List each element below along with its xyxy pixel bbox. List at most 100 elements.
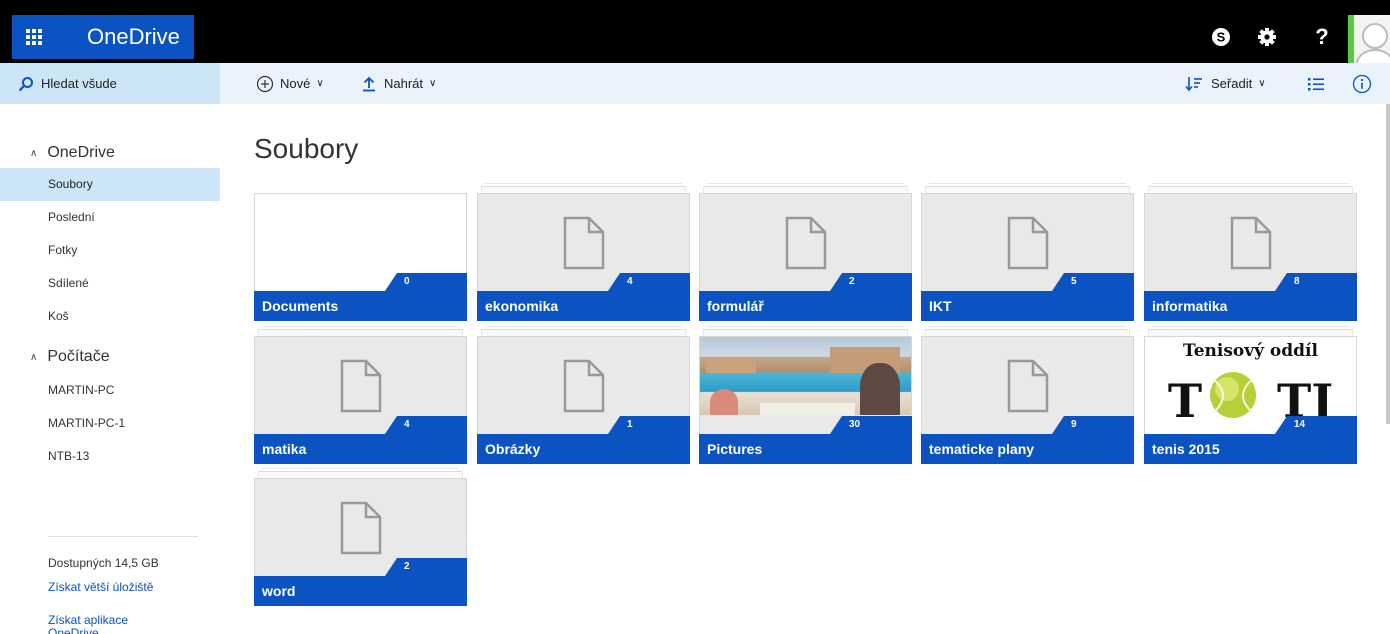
item-count: 2 [849, 276, 855, 287]
count-tab [385, 273, 467, 291]
tennis-ball-logo: T TJ [1168, 372, 1333, 421]
folder-tile[interactable]: 2 formulář [699, 183, 912, 321]
count-tab [385, 416, 467, 434]
document-icon [1230, 216, 1272, 270]
folder-name: formulář [699, 291, 912, 321]
info-icon [1352, 74, 1372, 93]
get-more-storage-link[interactable]: Získat větší úložiště [48, 580, 153, 594]
count-tab [1275, 416, 1357, 434]
nav-item-shared[interactable]: Sdílené [0, 267, 220, 300]
nav-item-pc[interactable]: MARTIN-PC-1 [0, 407, 220, 440]
avatar[interactable] [1348, 15, 1390, 63]
folder-name: word [254, 576, 467, 606]
folder-name: matika [254, 434, 467, 464]
folder-tile[interactable]: Tenisový oddíl T TJ 14 tenis 2015 [1144, 326, 1357, 464]
skype-icon: S [1212, 28, 1230, 46]
document-icon [1007, 359, 1049, 413]
scrollbar[interactable] [1386, 104, 1390, 424]
gear-icon [1258, 28, 1276, 46]
document-icon [1007, 216, 1049, 270]
nav-item-recycle-bin[interactable]: Koš [0, 300, 220, 333]
folder-tile[interactable]: 1 Obrázky [477, 326, 690, 464]
app-launcher-button[interactable] [12, 15, 56, 59]
get-apps-link[interactable]: Získat aplikace [48, 613, 128, 627]
upload-icon [363, 76, 375, 91]
new-button[interactable]: Nové ∨ [256, 63, 324, 104]
item-count: 9 [1071, 419, 1077, 430]
document-icon [340, 501, 382, 555]
search-icon [18, 76, 33, 91]
folder-name: tenis 2015 [1144, 434, 1357, 464]
folder-tile[interactable]: 5 IKT [921, 183, 1134, 321]
nav-item-recent[interactable]: Poslední [0, 201, 220, 234]
view-toggle-button[interactable] [1307, 63, 1325, 104]
count-tab [1052, 273, 1134, 291]
item-count: 2 [404, 561, 410, 572]
nav-header-pcs[interactable]: ∧ Počítače [30, 348, 110, 366]
nav-item-pc[interactable]: NTB-13 [0, 440, 220, 473]
item-count: 4 [627, 276, 633, 287]
thumbnail-text: Tenisový oddíl [1183, 341, 1318, 361]
item-count: 1 [627, 419, 633, 430]
nav-header-label: OneDrive [47, 144, 115, 161]
count-tab [608, 416, 690, 434]
folder-tile[interactable]: 0 Documents [254, 193, 467, 321]
count-tab [1275, 273, 1357, 291]
sort-label: Seřadit [1211, 76, 1253, 91]
get-apps-link-line2[interactable]: OneDrive [48, 626, 99, 634]
chevron-up-icon: ∧ [30, 351, 38, 363]
count-tab [830, 416, 912, 434]
folder-name: tematicke plany [921, 434, 1134, 464]
folder-tile[interactable]: 30 Pictures [699, 326, 912, 464]
settings-button[interactable] [1245, 15, 1289, 59]
nav-item-files[interactable]: Soubory [0, 168, 220, 201]
storage-available: Dostupných 14,5 GB [48, 556, 159, 570]
search-label: Hledat všude [41, 76, 117, 91]
folder-name: informatika [1144, 291, 1357, 321]
user-avatar-icon [1354, 15, 1390, 63]
nav-item-photos[interactable]: Fotky [0, 234, 220, 267]
page-title: Soubory [254, 133, 359, 164]
folder-name: Obrázky [477, 434, 690, 464]
folder-name: IKT [921, 291, 1134, 321]
app-brand-link[interactable]: OneDrive [56, 15, 194, 59]
count-tab [1052, 416, 1134, 434]
chevron-up-icon: ∧ [30, 147, 38, 159]
folder-tile[interactable]: 8 informatika [1144, 183, 1357, 321]
left-navigation: ∧ OneDrive Soubory Poslední Fotky Sdílen… [0, 104, 220, 634]
list-view-icon [1308, 77, 1324, 90]
document-icon [785, 216, 827, 270]
item-count: 0 [404, 276, 410, 287]
document-icon [563, 359, 605, 413]
folder-tile[interactable]: 4 matika [254, 326, 467, 464]
waffle-icon [26, 29, 42, 45]
folder-name: Pictures [699, 434, 912, 464]
search-button[interactable]: Hledat všude [0, 63, 220, 104]
document-icon [340, 359, 382, 413]
folder-tile[interactable]: 9 tematicke plany [921, 326, 1134, 464]
nav-divider [48, 536, 198, 537]
folder-tile[interactable]: 4 ekonomika [477, 183, 690, 321]
count-tab [608, 273, 690, 291]
item-count: 4 [404, 419, 410, 430]
upload-label: Nahrát [384, 76, 424, 91]
document-icon [563, 216, 605, 270]
suite-bar [0, 0, 1390, 63]
nav-item-pc[interactable]: MARTIN-PC [0, 374, 220, 407]
info-pane-button[interactable] [1352, 63, 1372, 104]
upload-button[interactable]: Nahrát ∨ [362, 63, 436, 104]
skype-button[interactable]: S [1199, 15, 1243, 59]
sort-icon [1185, 76, 1202, 91]
photo-thumbnail [700, 337, 911, 415]
svg-text:S: S [1217, 30, 1226, 45]
item-count: 5 [1071, 276, 1077, 287]
item-count: 8 [1294, 276, 1300, 287]
chevron-down-icon: ∨ [429, 78, 437, 89]
help-button[interactable]: ? [1300, 15, 1344, 59]
nav-header-label: Počítače [47, 348, 110, 365]
sort-button[interactable]: Seřadit ∨ [1185, 63, 1266, 104]
logo-letters: TJ [1277, 374, 1333, 421]
new-label: Nové [280, 76, 311, 91]
folder-tile[interactable]: 2 word [254, 468, 467, 606]
nav-header-onedrive[interactable]: ∧ OneDrive [30, 144, 115, 162]
